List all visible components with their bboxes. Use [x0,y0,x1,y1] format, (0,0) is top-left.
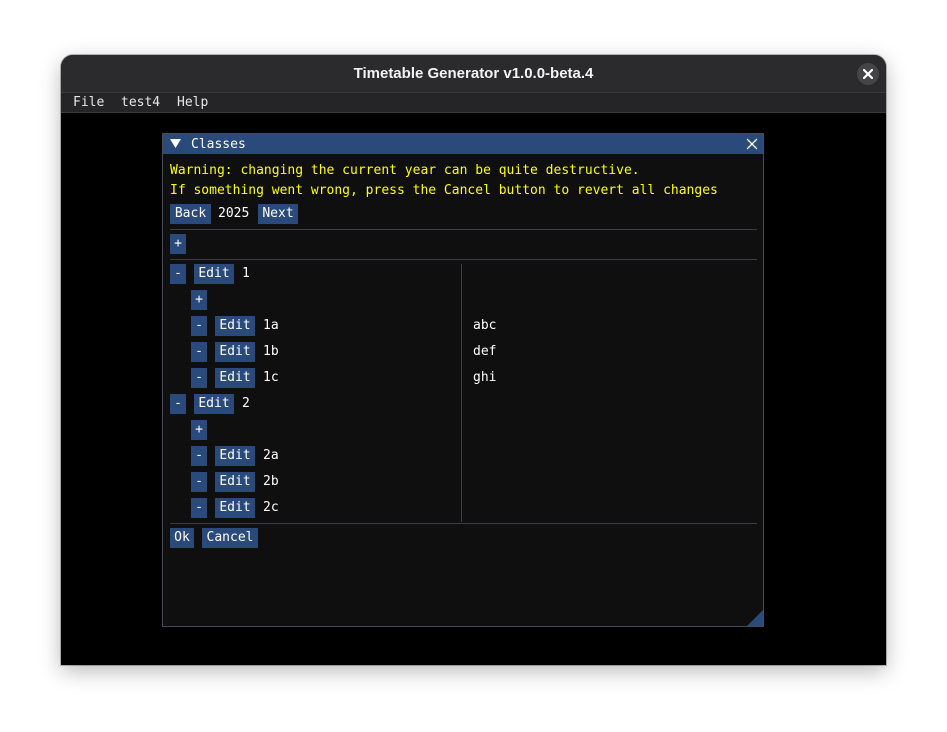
menu-help[interactable]: Help [177,93,208,112]
remove-class-button[interactable]: - [191,368,207,388]
class-name: 1b [263,344,279,359]
class-name: 2a [263,448,279,463]
dialog-close-icon[interactable] [746,138,758,150]
separator [170,259,757,260]
remove-class-button[interactable]: - [191,446,207,466]
dialog-title: Classes [191,137,246,152]
edit-class-button[interactable]: Edit [215,446,255,466]
group-name: 1 [242,266,250,281]
remove-class-button[interactable]: - [191,316,207,336]
class-detail: def [473,344,497,359]
column-divider [461,264,462,522]
menu-bar: File test4 Help [61,92,886,113]
window-title: Timetable Generator v1.0.0-beta.4 [353,65,594,82]
dialog-header[interactable]: Classes [163,134,763,154]
classes-dialog: Classes Warning: changing the current ye… [162,133,764,627]
class-name: 1a [263,318,279,333]
separator [170,229,757,230]
title-bar[interactable]: Timetable Generator v1.0.0-beta.4 [61,55,886,92]
resize-grip-icon[interactable] [747,610,763,626]
menu-file[interactable]: File [73,93,104,112]
remove-class-button[interactable]: - [191,498,207,518]
remove-class-button[interactable]: - [191,472,207,492]
current-year: 2025 [218,206,250,221]
edit-class-button[interactable]: Edit [215,368,255,388]
class-detail: abc [473,318,497,333]
cancel-button[interactable]: Cancel [202,528,258,548]
remove-class-button[interactable]: - [191,342,207,362]
edit-class-button[interactable]: Edit [215,342,255,362]
add-class-button[interactable]: + [191,290,207,310]
class-detail: ghi [473,370,497,385]
group-name: 2 [242,396,250,411]
warning-text-line-2: If something went wrong, press the Cance… [170,183,718,198]
menu-test4[interactable]: test4 [121,93,160,112]
collapse-triangle-icon[interactable] [170,139,181,149]
remove-group-button[interactable]: - [170,394,186,414]
separator [170,523,757,524]
next-button[interactable]: Next [258,204,298,224]
edit-class-button[interactable]: Edit [215,498,255,518]
add-class-button[interactable]: + [191,420,207,440]
edit-class-button[interactable]: Edit [215,316,255,336]
class-name: 1c [263,370,279,385]
add-group-button[interactable]: + [170,234,186,254]
ok-button[interactable]: Ok [170,528,194,548]
class-name: 2b [263,474,279,489]
remove-group-button[interactable]: - [170,264,186,284]
edit-group-button[interactable]: Edit [194,394,234,414]
class-name: 2c [263,500,279,515]
warning-text-line-1: Warning: changing the current year can b… [170,163,640,178]
edit-class-button[interactable]: Edit [215,472,255,492]
window-close-button[interactable] [857,63,879,85]
app-window: Timetable Generator v1.0.0-beta.4 File t… [61,55,886,665]
back-button[interactable]: Back [170,204,211,224]
close-icon [863,69,873,79]
edit-group-button[interactable]: Edit [194,264,234,284]
